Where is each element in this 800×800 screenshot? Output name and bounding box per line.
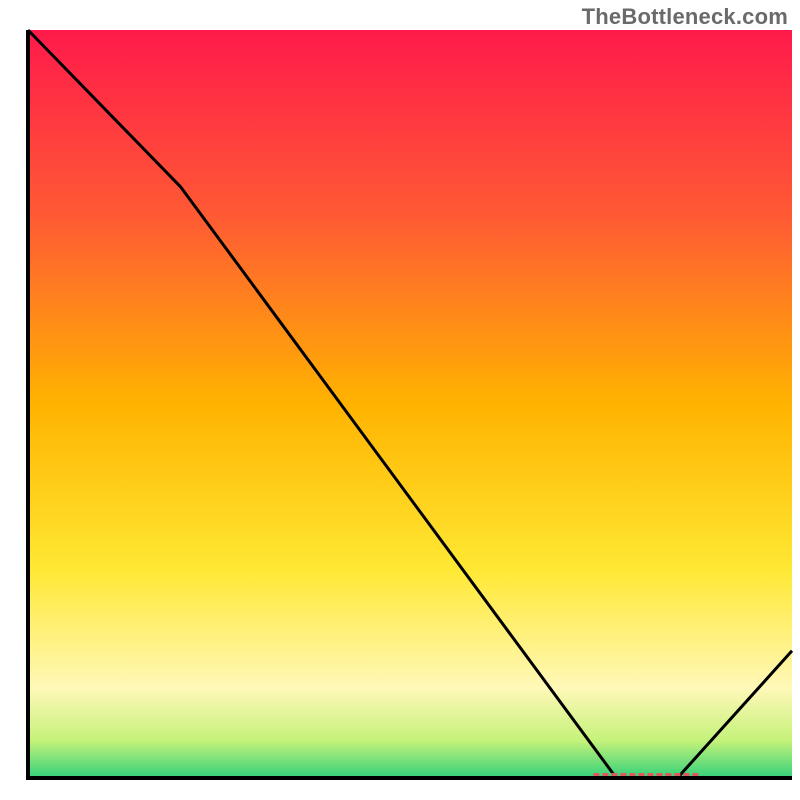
chart-container: TheBottleneck.com xyxy=(0,0,800,800)
gradient-background xyxy=(28,30,792,778)
watermark-text: TheBottleneck.com xyxy=(582,4,788,30)
chart-svg xyxy=(0,0,800,800)
